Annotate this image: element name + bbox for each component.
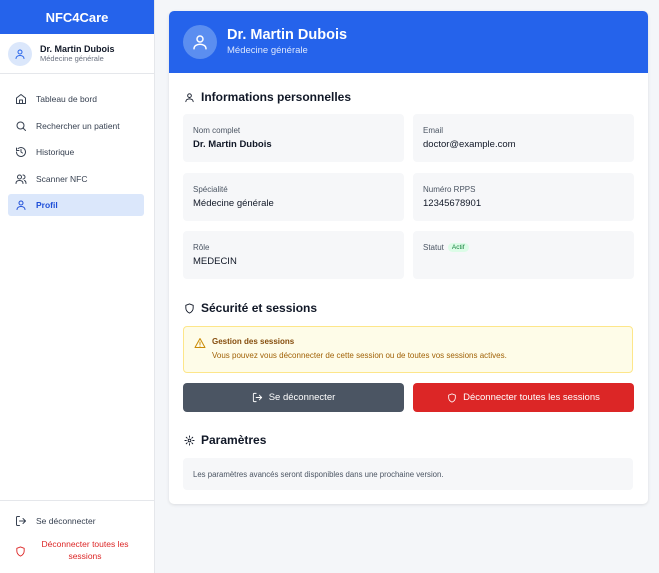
warning-icon (194, 338, 206, 348)
avatar (8, 41, 32, 66)
profile-name: Dr. Martin Dubois (227, 27, 348, 44)
logout-icon (252, 392, 262, 403)
users-icon (15, 174, 27, 184)
settings-notice: Les paramètres avancés seront disponible… (183, 458, 633, 490)
section-personal-info-title: Informations personnelles (184, 90, 351, 104)
shield-icon (16, 545, 25, 557)
logout-button[interactable]: Se déconnecter (183, 383, 404, 412)
field-role: Rôle MEDECIN (183, 231, 404, 279)
field-rpps: Numéro RPPS 12345678901 (413, 173, 634, 221)
field-status: Statut Actif (413, 231, 634, 279)
sidebar-user-name: Dr. Martin Dubois (40, 43, 115, 54)
user-icon (185, 92, 194, 102)
sidebar-footer: Se déconnecter Déconnecter toutes les se… (0, 500, 155, 573)
sidebar-item-profile[interactable]: Profil (8, 194, 144, 216)
session-warning: Gestion des sessions Vous pouvez vous dé… (183, 326, 633, 373)
sidebar-user-role: Médecine générale (40, 54, 104, 64)
field-specialty-value: Médecine générale (193, 198, 274, 209)
logout-all-button[interactable]: Déconnecter toutes les sessions (413, 383, 634, 412)
status-badge: Actif (447, 243, 469, 252)
field-fullname-value: Dr. Martin Dubois (193, 139, 272, 150)
profile-role: Médecine générale (227, 45, 308, 57)
field-specialty: Spécialité Médecine générale (183, 173, 404, 221)
shield-icon (185, 302, 194, 314)
sidebar: NFC4Care Dr. Martin Dubois Médecine géné… (0, 0, 155, 573)
user-icon (16, 200, 26, 210)
sidebar-item-dashboard[interactable]: Tableau de bord (8, 88, 144, 110)
avatar (183, 25, 217, 59)
sidebar-item-label: Scanner NFC (36, 173, 88, 184)
warning-title: Gestion des sessions (212, 337, 295, 346)
shield-icon (448, 392, 456, 403)
gear-icon (184, 434, 195, 446)
sidebar-user: Dr. Martin Dubois Médecine générale (0, 34, 154, 74)
sidebar-logout-button[interactable]: Se déconnecter (0, 509, 155, 533)
section-settings-title: Paramètres (184, 433, 266, 447)
field-rpps-value: 12345678901 (423, 198, 482, 209)
user-icon (193, 35, 207, 50)
logout-icon (16, 516, 26, 526)
sidebar-item-label: Profil (36, 200, 58, 210)
search-icon (16, 121, 26, 131)
sidebar-logout-label: Se déconnecter (36, 516, 96, 526)
home-icon (16, 94, 26, 104)
section-security-title: Sécurité et sessions (184, 301, 317, 315)
field-role-value: MEDECIN (193, 256, 237, 267)
field-email: Email doctor@example.com (413, 114, 634, 162)
history-icon (16, 147, 26, 157)
field-fullname: Nom complet Dr. Martin Dubois (183, 114, 404, 162)
sidebar-item-history[interactable]: Historique (8, 141, 144, 163)
sidebar-item-label: Rechercher un patient (36, 120, 120, 131)
app-brand[interactable]: NFC4Care (0, 0, 154, 34)
sidebar-item-search-patient[interactable]: Rechercher un patient (8, 115, 144, 137)
sidebar-nav: Tableau de bord Rechercher un patient Hi… (0, 74, 154, 216)
sidebar-logout-all-button[interactable]: Déconnecter toutes les sessions (0, 533, 155, 569)
sidebar-item-label: Historique (36, 147, 75, 157)
profile-header: Dr. Martin Dubois Médecine générale (169, 11, 648, 73)
profile-card: Dr. Martin Dubois Médecine générale Info… (169, 11, 648, 504)
sidebar-item-label: Tableau de bord (36, 94, 97, 104)
user-icon (15, 49, 25, 59)
sidebar-item-scanner-nfc[interactable]: Scanner NFC (8, 168, 144, 190)
field-email-value: doctor@example.com (423, 139, 516, 150)
sidebar-logout-all-label: Déconnecter toutes les sessions (41, 539, 129, 561)
warning-text: Vous pouvez vous déconnecter de cette se… (212, 351, 507, 360)
